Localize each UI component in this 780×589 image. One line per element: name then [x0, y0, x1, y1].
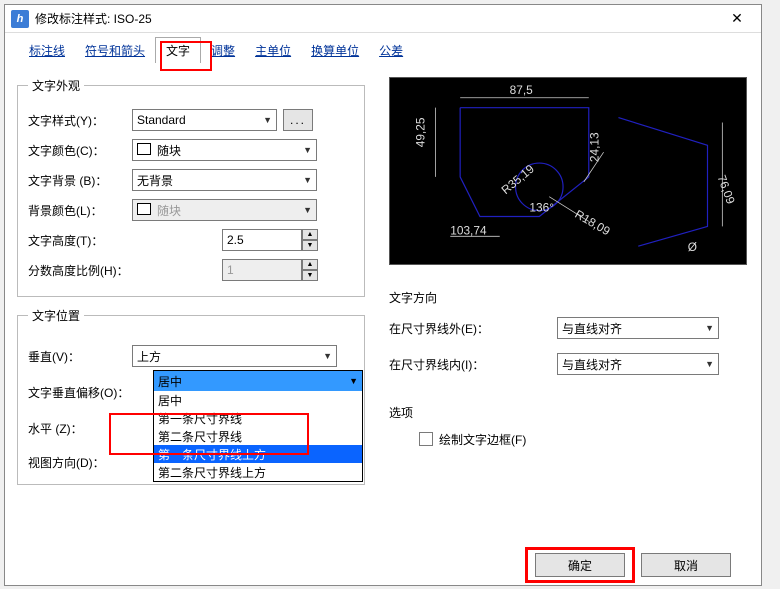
- label-vertical: 垂直(V)：: [28, 348, 132, 365]
- select-text-bg[interactable]: 无背景 ▼: [132, 169, 317, 191]
- svg-text:76,09: 76,09: [715, 173, 738, 206]
- tab-fit[interactable]: 调整: [201, 38, 245, 63]
- label-bg-color: 背景颜色(L)：: [28, 202, 132, 219]
- tab-bar: 标注线 符号和箭头 文字 调整 主单位 换算单位 公差: [5, 33, 761, 61]
- text-style-more-button[interactable]: ...: [283, 109, 313, 131]
- legend-position: 文字位置: [28, 307, 84, 324]
- dropdown-item-1[interactable]: 第一条尺寸界线: [154, 409, 362, 427]
- chevron-down-icon: ▼: [349, 376, 358, 386]
- chevron-down-icon: ▼: [705, 323, 714, 333]
- cancel-button[interactable]: 取消: [641, 553, 731, 577]
- svg-text:136°: 136°: [529, 201, 554, 215]
- right-column: 87,5 49,25 103,74 R35,19 136° R18,09 24,…: [389, 77, 751, 457]
- close-button[interactable]: ✕: [719, 7, 755, 31]
- checkbox-draw-frame[interactable]: [419, 432, 433, 446]
- spin-down-icon: ▼: [302, 270, 318, 281]
- color-swatch-icon: [137, 143, 151, 155]
- spinner-fraction-scale: ▲▼: [222, 259, 318, 281]
- dropdown-item-2[interactable]: 第二条尺寸界线: [154, 427, 362, 445]
- tab-primary[interactable]: 主单位: [245, 38, 301, 63]
- spin-up-icon: ▲: [302, 259, 318, 270]
- dialog-footer: 确定 取消: [5, 553, 761, 577]
- chevron-down-icon: ▼: [323, 351, 332, 361]
- input-fraction-scale: [222, 259, 302, 281]
- color-swatch-icon: [137, 203, 151, 215]
- select-text-style[interactable]: Standard ▼: [132, 109, 277, 131]
- dropdown-item-4[interactable]: 第二条尺寸界线上方: [154, 463, 362, 481]
- dropdown-horizontal-open[interactable]: 居中 ▼ 居中 第一条尺寸界线 第二条尺寸界线 第一条尺寸界线上方 第二条尺寸界…: [153, 370, 363, 482]
- preview-drawing: 87,5 49,25 103,74 R35,19 136° R18,09 24,…: [390, 78, 746, 264]
- legend-direction: 文字方向: [389, 289, 751, 306]
- legend-options: 选项: [389, 404, 751, 421]
- titlebar: h 修改标注样式: ISO-25 ✕: [5, 5, 761, 33]
- ok-button[interactable]: 确定: [535, 553, 625, 577]
- label-inside: 在尺寸界线内(I)：: [389, 356, 557, 373]
- svg-text:R18,09: R18,09: [572, 207, 612, 238]
- tab-arrows[interactable]: 符号和箭头: [75, 38, 155, 63]
- chevron-down-icon: ▼: [303, 175, 312, 185]
- svg-text:R35,19: R35,19: [499, 161, 538, 197]
- label-outside: 在尺寸界线外(E)：: [389, 320, 557, 337]
- group-appearance: 文字外观 文字样式(Y)： Standard ▼ ... 文字颜色(C)： 随块…: [17, 77, 365, 297]
- legend-appearance: 文字外观: [28, 77, 84, 94]
- label-text-height: 文字高度(T)：: [28, 232, 132, 249]
- select-outside[interactable]: 与直线对齐 ▼: [557, 317, 719, 339]
- app-logo-icon: h: [11, 10, 29, 28]
- chevron-down-icon: ▼: [705, 359, 714, 369]
- label-offset: 文字垂直偏移(O)：: [28, 384, 158, 401]
- select-text-color[interactable]: 随块 ▼: [132, 139, 317, 161]
- label-text-style: 文字样式(Y)：: [28, 112, 132, 129]
- svg-text:24,13: 24,13: [588, 132, 602, 162]
- svg-text:87,5: 87,5: [510, 83, 533, 97]
- dropdown-selected-head[interactable]: 居中 ▼: [154, 371, 362, 391]
- select-vertical[interactable]: 上方 ▼: [132, 345, 337, 367]
- label-fraction-scale: 分数高度比例(H)：: [28, 262, 148, 279]
- select-bg-color: 随块 ▼: [132, 199, 317, 221]
- label-draw-frame: 绘制文字边框(F): [439, 431, 526, 448]
- chevron-down-icon: ▼: [303, 145, 312, 155]
- tab-text[interactable]: 文字: [155, 37, 201, 63]
- preview-panel: 87,5 49,25 103,74 R35,19 136° R18,09 24,…: [389, 77, 747, 265]
- spin-up-icon[interactable]: ▲: [302, 229, 318, 240]
- dialog-content: 文字外观 文字样式(Y)： Standard ▼ ... 文字颜色(C)： 随块…: [17, 77, 749, 535]
- svg-text:103,74: 103,74: [450, 223, 487, 237]
- label-horizontal: 水平 (Z)：: [28, 420, 132, 437]
- tab-dimlines[interactable]: 标注线: [19, 38, 75, 63]
- label-text-bg: 文字背景 (B)：: [28, 172, 132, 189]
- tab-alternate[interactable]: 换算单位: [301, 38, 369, 63]
- tab-tolerance[interactable]: 公差: [369, 38, 413, 63]
- chevron-down-icon: ▼: [303, 205, 312, 215]
- label-text-color: 文字颜色(C)：: [28, 142, 132, 159]
- dropdown-item-3[interactable]: 第一条尺寸界线上方: [154, 445, 362, 463]
- label-viewdir: 视图方向(D)：: [28, 454, 132, 471]
- spin-down-icon[interactable]: ▼: [302, 240, 318, 251]
- svg-text:Ø: Ø: [688, 240, 697, 254]
- svg-text:49,25: 49,25: [414, 117, 428, 147]
- dialog-window: h 修改标注样式: ISO-25 ✕ 标注线 符号和箭头 文字 调整 主单位 换…: [4, 4, 762, 586]
- dropdown-item-0[interactable]: 居中: [154, 391, 362, 409]
- select-inside[interactable]: 与直线对齐 ▼: [557, 353, 719, 375]
- input-text-height[interactable]: [222, 229, 302, 251]
- chevron-down-icon: ▼: [263, 115, 272, 125]
- window-title: 修改标注样式: ISO-25: [35, 10, 719, 27]
- spinner-text-height[interactable]: ▲▼: [222, 229, 318, 251]
